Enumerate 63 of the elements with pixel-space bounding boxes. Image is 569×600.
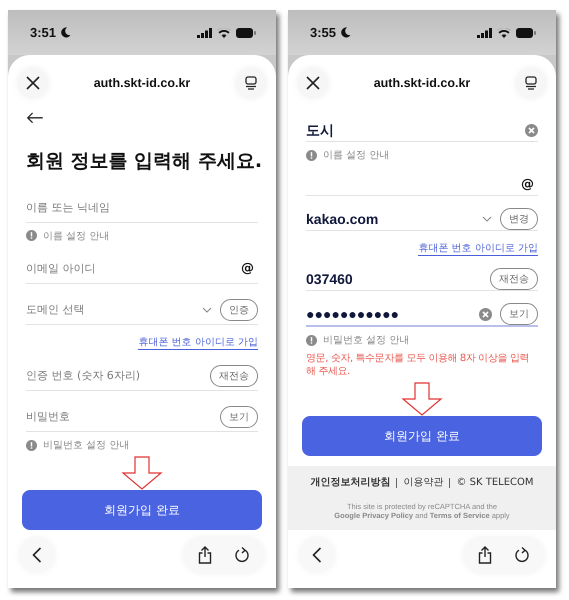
at-sign: @ (521, 177, 534, 192)
battery-icon (516, 28, 536, 38)
text-field[interactable]: ●●●●●●●●●●● (306, 306, 471, 322)
chevron-down-icon[interactable] (202, 306, 212, 313)
footer-link[interactable]: © SK TELECOM (449, 478, 540, 488)
wifi-icon (497, 28, 511, 38)
field-action-button[interactable]: 재전송 (490, 268, 538, 290)
chevron-left-icon (312, 547, 322, 563)
status-time: 3:51 (30, 25, 56, 40)
wifi-icon (217, 28, 231, 38)
text-field[interactable]: 이메일 아이디 (26, 262, 233, 276)
clear-icon[interactable] (525, 124, 538, 137)
field-action-button[interactable]: 보기 (500, 303, 538, 325)
at-sign: @ (241, 261, 254, 276)
chevron-left-icon (32, 547, 42, 563)
phone-signup-link[interactable]: 휴대폰 번호 아이디로 가입 (418, 241, 538, 256)
phone-signup-link[interactable]: 휴대폰 번호 아이디로 가입 (138, 334, 258, 350)
info-icon (26, 440, 37, 451)
address-bar-url[interactable]: auth.skt-id.co.kr (48, 76, 236, 90)
page-heading: 회원 정보를 입력해 주세요. (26, 148, 258, 174)
info-icon (306, 334, 317, 346)
signup-complete-button[interactable]: 회원가입 완료 (302, 416, 542, 456)
address-bar-url[interactable]: auth.skt-id.co.kr (328, 76, 516, 90)
text-field[interactable]: 이름 또는 닉네임 (26, 201, 258, 214)
text-field[interactable]: 037460 (306, 271, 482, 287)
text-field[interactable]: 도메인 선택 (26, 303, 194, 316)
share-icon[interactable] (198, 546, 212, 564)
text-field[interactable]: 인증 번호 (숫자 6자리) (26, 369, 202, 382)
hint-text: 비밀번호 설정 안내 (43, 439, 130, 452)
status-time: 3:55 (310, 25, 336, 40)
clear-icon[interactable] (479, 308, 492, 320)
field-action-button[interactable]: 재전송 (210, 364, 258, 387)
hint-text: 이름 설정 안내 (323, 149, 390, 162)
footer-link[interactable]: 개인정보처리방침 (304, 478, 396, 488)
down-arrow-icon (121, 456, 163, 490)
down-arrow-icon (401, 382, 443, 416)
tabs-icon (524, 76, 538, 90)
signal-icon (197, 28, 212, 38)
share-icon[interactable] (478, 546, 492, 564)
chevron-down-icon[interactable] (482, 216, 492, 222)
text-field[interactable]: kakao.com (306, 211, 474, 227)
field-action-button[interactable]: 변경 (500, 208, 538, 230)
moon-icon (61, 27, 72, 38)
field-action-button[interactable]: 인증 (220, 298, 258, 321)
text-field[interactable]: 비밀번호 (26, 410, 212, 424)
back-arrow-icon[interactable] (26, 112, 44, 124)
error-message: 영문, 숫자, 특수문자를 모두 이용해 8자 이상을 입력해 주세요. (306, 352, 530, 378)
hint-text: 비밀번호 설정 안내 (323, 334, 410, 347)
footer-link[interactable]: 이용약관 (396, 478, 450, 488)
tabs-icon (244, 76, 258, 90)
reload-icon[interactable] (234, 546, 250, 564)
signal-icon (477, 28, 492, 38)
close-icon (26, 76, 40, 90)
reload-icon[interactable] (514, 546, 530, 564)
info-icon (306, 150, 317, 160)
moon-icon (341, 27, 352, 38)
text-field[interactable]: 도시 (306, 122, 517, 138)
battery-icon (236, 28, 256, 38)
hint-text: 이름 설정 안내 (43, 230, 110, 243)
signup-complete-button[interactable]: 회원가입 완료 (22, 490, 262, 530)
field-action-button[interactable]: 보기 (220, 406, 258, 428)
info-icon (26, 230, 37, 242)
close-icon (306, 76, 320, 90)
